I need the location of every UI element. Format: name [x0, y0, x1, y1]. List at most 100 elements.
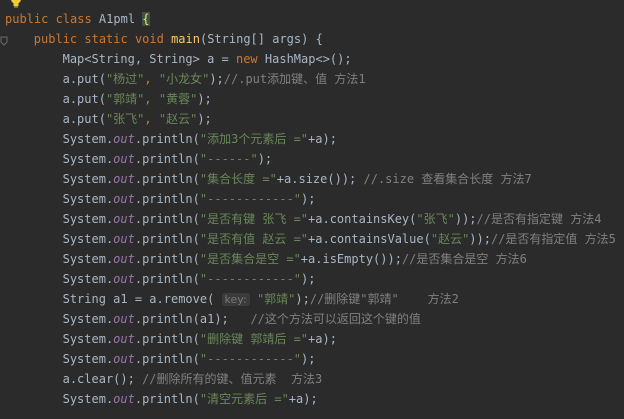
code-token: );	[301, 272, 316, 286]
comment-token: //删除键"郭靖" 方法2	[309, 292, 459, 306]
code-line[interactable]: a.put("郭靖", "黄蓉");	[0, 89, 624, 109]
string-token: "------------"	[199, 352, 302, 366]
field-token: out	[113, 152, 135, 166]
code-token: Map<String, String> a =	[62, 52, 236, 66]
string-token: "杨过"	[105, 72, 145, 86]
code-token: System.	[62, 392, 114, 406]
code-line[interactable]: a.clear(); //删除所有的键、值元素 方法3	[0, 369, 624, 389]
string-token: "------------"	[199, 272, 302, 286]
code-area[interactable]: public class A1pml {public static void m…	[0, 9, 624, 409]
parameter-hint: key:	[221, 293, 250, 306]
field-token: out	[113, 132, 135, 146]
code-token: a.put(	[62, 112, 106, 126]
string-token: "赵云"	[430, 232, 470, 246]
code-token: );	[301, 352, 316, 366]
string-token: "赵云"	[158, 112, 198, 126]
code-line[interactable]: System.out.println("集合长度 ="+a.size()); /…	[0, 169, 624, 189]
code-token: String a1 = a.remove(	[62, 292, 222, 306]
code-line[interactable]: System.out.println("添加3个元素后 ="+a);	[0, 129, 624, 149]
code-token: System.	[62, 232, 114, 246]
string-token: "张飞"	[416, 212, 455, 226]
matched-brace-token: {	[142, 12, 150, 26]
code-line[interactable]: System.out.println("------------");	[0, 189, 624, 209]
code-token: ));	[469, 232, 491, 246]
field-token: out	[113, 232, 135, 246]
code-editor[interactable]: public class A1pml {public static void m…	[0, 0, 624, 419]
code-line[interactable]: System.out.println("------------");	[0, 349, 624, 369]
string-token: "集合长度 ="	[199, 172, 277, 186]
string-token: "清空元素后 ="	[199, 392, 289, 406]
code-token: a.clear();	[62, 372, 143, 386]
keyword-token: public class	[5, 12, 99, 26]
string-token: "是否有键 张飞 ="	[199, 212, 309, 226]
code-token: System.	[62, 212, 114, 226]
field-token: out	[113, 352, 135, 366]
code-line[interactable]: a.put("杨过", "小龙女");//.put添加键、值 方法1	[0, 69, 624, 89]
code-token: System.	[62, 312, 114, 326]
string-token: "郭靖"	[105, 92, 145, 106]
code-token: );	[257, 152, 273, 166]
comment-token: //删除所有的键、值元素 方法3	[142, 372, 323, 386]
code-token: .println(	[134, 352, 200, 366]
code-token: +a);	[288, 392, 318, 406]
code-token: +a);	[308, 332, 337, 346]
code-line[interactable]: System.out.println("清空元素后 ="+a);	[0, 389, 624, 409]
comment-token: //是否有指定键 方法4	[476, 212, 602, 226]
code-token: .println(a1);	[134, 312, 251, 326]
code-token: );	[197, 92, 212, 106]
string-token: "张飞"	[105, 112, 145, 126]
code-line[interactable]: public class A1pml {	[0, 9, 624, 29]
keyword-token: new	[235, 52, 265, 66]
string-token: "小龙女"	[158, 72, 210, 86]
string-token: "黄蓉"	[158, 92, 198, 106]
code-token: );	[209, 72, 224, 86]
keyword-token: ,	[144, 112, 159, 126]
code-line[interactable]: System.out.println("------------");	[0, 269, 624, 289]
code-token: System.	[62, 272, 114, 286]
keyword-token: ,	[144, 92, 159, 106]
code-line[interactable]: System.out.println("是否有键 张飞 ="+a.contain…	[0, 209, 624, 229]
string-token: "是否集合是空 ="	[199, 252, 301, 266]
code-token: .println(	[134, 392, 200, 406]
code-line[interactable]: System.out.println("是否集合是空 ="+a.isEmpty(…	[0, 249, 624, 269]
method-name-token: main	[171, 32, 200, 46]
code-token: +a.size());	[276, 172, 364, 186]
code-line[interactable]: Map<String, String> a = new HashMap<>();	[0, 49, 624, 69]
field-token: out	[113, 212, 135, 226]
code-token: System.	[62, 172, 114, 186]
code-token: .println(	[134, 212, 200, 226]
code-token: a.put(	[62, 92, 106, 106]
code-token: ));	[454, 212, 477, 226]
code-token: .println(	[134, 332, 200, 346]
comment-token: //这个方法可以返回这个键的值	[250, 312, 421, 326]
code-token: +a.isEmpty());	[300, 252, 402, 266]
code-line[interactable]: String a1 = a.remove( key: "郭靖");//删除键"郭…	[0, 289, 624, 309]
field-token: out	[113, 332, 135, 346]
lightbulb-icon[interactable]	[9, 0, 23, 8]
code-line[interactable]: a.put("张飞", "赵云");	[0, 109, 624, 129]
code-token: .println(	[134, 252, 200, 266]
field-token: out	[113, 192, 135, 206]
comment-token: //.put添加键、值 方法1	[223, 72, 366, 86]
code-token: (String[] args) {	[199, 32, 323, 46]
code-line[interactable]: System.out.println(a1); //这个方法可以返回这个键的值	[0, 309, 624, 329]
string-token: "------------"	[199, 192, 302, 206]
string-token: "添加3个元素后 ="	[199, 132, 309, 146]
field-token: out	[113, 252, 135, 266]
field-token: out	[113, 392, 135, 406]
code-token: );	[295, 292, 310, 306]
code-token: +a);	[308, 132, 337, 146]
code-line[interactable]: System.out.println("是否有值 赵云 ="+a.contain…	[0, 229, 624, 249]
code-token: A1pml	[98, 12, 143, 26]
code-token: +a.containsKey(	[308, 212, 417, 226]
code-token: );	[301, 192, 316, 206]
code-line[interactable]: System.out.println("删除键 郭靖后 ="+a);	[0, 329, 624, 349]
code-token: HashMap<>();	[264, 52, 352, 66]
comment-token: //.size 查看集合长度 方法7	[363, 172, 532, 186]
code-token: .println(	[134, 152, 200, 166]
code-line[interactable]: System.out.println("------");	[0, 149, 624, 169]
field-token: out	[113, 272, 135, 286]
code-token: System.	[62, 192, 114, 206]
code-token: System.	[62, 332, 114, 346]
code-line[interactable]: public static void main(String[] args) {	[0, 29, 624, 49]
